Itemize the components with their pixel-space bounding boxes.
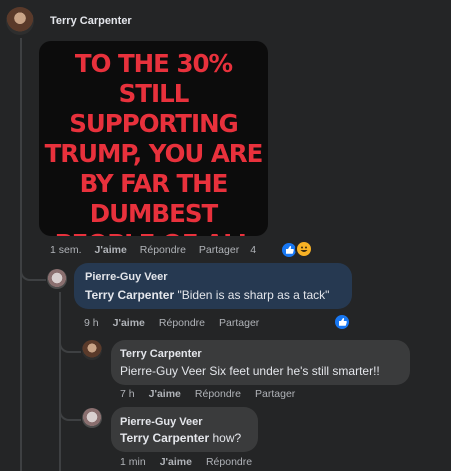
avatar[interactable] bbox=[6, 7, 34, 35]
thread-line-elbow-2 bbox=[59, 336, 81, 353]
share-button[interactable]: Partager bbox=[199, 244, 239, 256]
reply-bubble: Terry Carpenter Pierre-Guy Veer Six feet… bbox=[111, 340, 410, 385]
reply-author[interactable]: Terry Carpenter bbox=[120, 348, 202, 360]
reply-button[interactable]: Répondre bbox=[159, 317, 205, 329]
reply-text: Terry Carpenter "Biden is as sharp as a … bbox=[85, 288, 329, 302]
reply-actions: 9 h J'aime Répondre Partager bbox=[84, 317, 259, 329]
meme-image[interactable]: TO THE 30% STILL SUPPORTING TRUMP, YOU A… bbox=[39, 41, 268, 236]
meme-text: TO THE 30% STILL SUPPORTING TRUMP, YOU A… bbox=[44, 49, 264, 236]
thread-line-elbow-3 bbox=[59, 402, 81, 421]
reply-text: Terry Carpenter how? bbox=[120, 431, 241, 445]
reply-actions: 7 h J'aime Répondre Partager bbox=[120, 388, 295, 400]
thread-line-elbow-1 bbox=[20, 262, 46, 281]
reply-author[interactable]: Pierre-Guy Veer bbox=[85, 271, 168, 283]
reply-button[interactable]: Répondre bbox=[206, 456, 252, 468]
mention[interactable]: Terry Carpenter bbox=[85, 288, 174, 302]
avatar[interactable] bbox=[82, 340, 102, 360]
comment-time[interactable]: 1 sem. bbox=[50, 244, 82, 256]
like-button[interactable]: J'aime bbox=[95, 244, 127, 256]
reply-button[interactable]: Répondre bbox=[140, 244, 186, 256]
reply-bubble: Pierre-Guy Veer Terry Carpenter "Biden i… bbox=[74, 263, 352, 309]
like-button[interactable]: J'aime bbox=[113, 317, 145, 329]
reply-time[interactable]: 1 min bbox=[120, 456, 146, 468]
reaction-count[interactable]: 4 bbox=[250, 244, 256, 256]
comment-author[interactable]: Terry Carpenter bbox=[50, 15, 132, 27]
reply-body: how? bbox=[212, 431, 242, 445]
share-button[interactable]: Partager bbox=[255, 388, 295, 400]
haha-icon[interactable] bbox=[295, 240, 313, 258]
reply-body: Six feet under he's still smarter!! bbox=[209, 364, 380, 378]
avatar[interactable] bbox=[47, 269, 67, 289]
reply-button[interactable]: Répondre bbox=[195, 388, 241, 400]
thread-line-branch bbox=[59, 292, 61, 471]
like-icon[interactable] bbox=[333, 313, 351, 331]
mention[interactable]: Pierre-Guy Veer bbox=[120, 364, 206, 378]
like-button[interactable]: J'aime bbox=[149, 388, 181, 400]
like-button[interactable]: J'aime bbox=[160, 456, 192, 468]
reply-time[interactable]: 9 h bbox=[84, 317, 99, 329]
share-button[interactable]: Partager bbox=[219, 317, 259, 329]
reply-time[interactable]: 7 h bbox=[120, 388, 135, 400]
reply-author[interactable]: Pierre-Guy Veer bbox=[120, 416, 203, 428]
thread-line-main bbox=[20, 38, 22, 471]
avatar[interactable] bbox=[82, 408, 102, 428]
reply-actions: 1 min J'aime Répondre bbox=[120, 456, 252, 468]
comment-actions: 1 sem. J'aime Répondre Partager 4 bbox=[50, 244, 256, 256]
reply-body: "Biden is as sharp as a tack" bbox=[177, 288, 330, 302]
reply-bubble: Pierre-Guy Veer Terry Carpenter how? bbox=[111, 407, 258, 452]
mention[interactable]: Terry Carpenter bbox=[120, 431, 209, 445]
reply-text: Pierre-Guy Veer Six feet under he's stil… bbox=[120, 364, 380, 378]
